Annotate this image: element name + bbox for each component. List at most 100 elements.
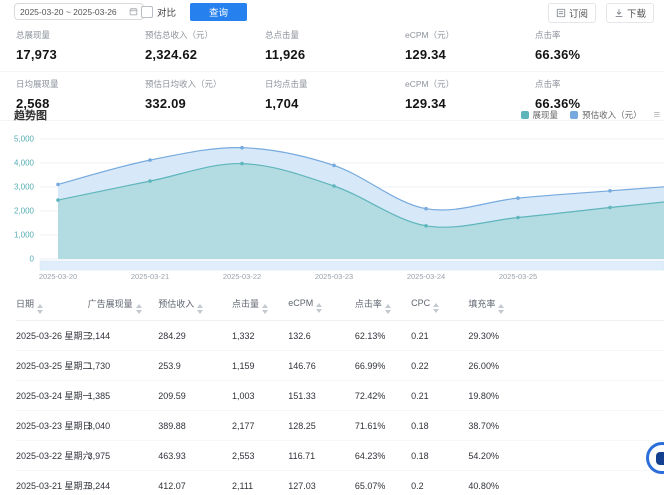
trend-chart: 01,0002,0003,0004,0005,0002025-03-202025… bbox=[0, 128, 664, 286]
data-point-marker bbox=[56, 183, 60, 187]
x-axis-label: 2025-03-21 bbox=[131, 272, 169, 281]
data-point-marker bbox=[240, 162, 244, 166]
table-cell: 0.21 bbox=[411, 321, 468, 351]
column-header-label: 点击率 bbox=[355, 299, 382, 309]
column-header-5[interactable]: eCPM bbox=[288, 290, 355, 321]
table-row: 2025-03-26 星期三2,144284.291,332132.662.13… bbox=[16, 321, 664, 351]
compare-checkbox[interactable]: 对比 bbox=[141, 5, 176, 19]
stat-label: 点击率 bbox=[535, 29, 664, 41]
table-cell: 1,730 bbox=[88, 351, 159, 381]
stat-label: eCPM（元） bbox=[405, 29, 535, 41]
y-axis-label: 0 bbox=[30, 255, 35, 264]
table-cell: 0.22 bbox=[411, 351, 468, 381]
column-header-label: 日期 bbox=[16, 299, 34, 309]
table-row: 2025-03-23 星期日3,040389.882,177128.2571.6… bbox=[16, 411, 664, 441]
toolbar-right: 订阅 下载 bbox=[548, 3, 654, 23]
toolbar: 2025-03-20 ~ 2025-03-26 对比 查询 订阅 bbox=[0, 3, 664, 23]
x-axis-label: 2025-03-23 bbox=[315, 272, 353, 281]
sort-icon[interactable] bbox=[197, 304, 203, 314]
table-cell: 128.25 bbox=[288, 411, 355, 441]
checkbox-box[interactable] bbox=[141, 6, 153, 18]
sort-icon[interactable] bbox=[136, 304, 142, 314]
table-cell: 2,177 bbox=[232, 411, 288, 441]
column-header-label: 点击量 bbox=[232, 299, 259, 309]
stat-label: 总点击量 bbox=[265, 29, 405, 41]
chart-header: 趋势图 展现量 预估收入（元） ≡ bbox=[14, 107, 660, 123]
table-header-row: 日期 广告展现量 预估收入点击量 eCPM 点击率 CPC 填充率 bbox=[16, 290, 664, 321]
column-header-label: 广告展现量 bbox=[88, 299, 133, 309]
date-range-input[interactable]: 2025-03-20 ~ 2025-03-26 bbox=[14, 3, 144, 20]
legend-label: 展现量 bbox=[533, 109, 559, 121]
table-cell: 2,553 bbox=[232, 441, 288, 471]
column-header-1[interactable]: 日期 bbox=[16, 290, 88, 321]
table-cell: 1,159 bbox=[232, 351, 288, 381]
table-cell: 146.76 bbox=[288, 351, 355, 381]
table-cell: 2025-03-21 星期五 bbox=[16, 471, 88, 495]
table-cell: 26.00% bbox=[468, 351, 664, 381]
data-point-marker bbox=[240, 146, 244, 150]
table-cell: 19.80% bbox=[468, 381, 664, 411]
sort-icon[interactable] bbox=[433, 303, 439, 313]
stat-label: 预估总收入（元） bbox=[145, 29, 265, 41]
stat-total-impressions: 总展现量 17,973 bbox=[16, 29, 145, 62]
sort-icon[interactable] bbox=[37, 304, 43, 314]
table-cell: 66.99% bbox=[355, 351, 411, 381]
table-row: 2025-03-21 星期五3,244412.072,111127.0365.0… bbox=[16, 471, 664, 495]
table-cell: 2025-03-23 星期日 bbox=[16, 411, 88, 441]
table-cell: 38.70% bbox=[468, 411, 664, 441]
column-header-label: 填充率 bbox=[468, 299, 495, 309]
table-cell: 1,003 bbox=[232, 381, 288, 411]
query-button[interactable]: 查询 bbox=[190, 3, 247, 21]
legend-item-revenue[interactable]: 预估收入（元） bbox=[570, 109, 642, 121]
column-header-label: eCPM bbox=[288, 298, 313, 308]
x-axis-label: 2025-03-25 bbox=[499, 272, 537, 281]
data-point-marker bbox=[516, 196, 520, 200]
table-cell: 1,332 bbox=[232, 321, 288, 351]
data-point-marker bbox=[148, 179, 152, 183]
table-cell: 127.03 bbox=[288, 471, 355, 495]
sort-icon[interactable] bbox=[498, 304, 504, 314]
data-point-marker bbox=[56, 198, 60, 202]
stat-value: 129.34 bbox=[405, 47, 535, 62]
table-cell: 62.13% bbox=[355, 321, 411, 351]
sort-icon[interactable] bbox=[262, 304, 268, 314]
column-header-label: CPC bbox=[411, 298, 430, 308]
column-header-7[interactable]: CPC bbox=[411, 290, 468, 321]
column-header-3[interactable]: 预估收入 bbox=[158, 290, 232, 321]
y-axis-label: 2,000 bbox=[14, 207, 35, 216]
data-zoom-slider[interactable] bbox=[40, 261, 664, 270]
chart-title: 趋势图 bbox=[14, 107, 47, 123]
compare-label: 对比 bbox=[157, 5, 176, 19]
stat-total-clicks: 总点击量 11,926 bbox=[265, 29, 405, 62]
table-cell: 0.18 bbox=[411, 441, 468, 471]
y-axis-label: 3,000 bbox=[14, 183, 35, 192]
stat-label: 点击率 bbox=[535, 78, 664, 90]
legend-item-impressions[interactable]: 展现量 bbox=[521, 109, 559, 121]
table-section: 日期 广告展现量 预估收入点击量 eCPM 点击率 CPC 填充率 2025-03-26 星期… bbox=[16, 290, 664, 495]
stat-ctr: 点击率 66.36% bbox=[535, 29, 664, 62]
data-point-marker bbox=[516, 216, 520, 220]
table-cell: 3,244 bbox=[88, 471, 159, 495]
data-point-marker bbox=[148, 158, 152, 162]
data-point-marker bbox=[332, 184, 336, 188]
analytics-dashboard: 2025-03-20 ~ 2025-03-26 对比 查询 订阅 bbox=[0, 0, 664, 495]
download-button[interactable]: 下载 bbox=[606, 3, 654, 23]
subscribe-button[interactable]: 订阅 bbox=[548, 3, 596, 23]
chart-menu-icon[interactable]: ≡ bbox=[654, 110, 660, 120]
column-header-6[interactable]: 点击率 bbox=[355, 290, 411, 321]
sort-icon[interactable] bbox=[385, 304, 391, 314]
x-axis-label: 2025-03-24 bbox=[407, 272, 445, 281]
sort-icon[interactable] bbox=[316, 303, 322, 313]
column-header-8[interactable]: 填充率 bbox=[468, 290, 664, 321]
download-label: 下载 bbox=[627, 6, 646, 20]
data-point-marker bbox=[424, 224, 428, 228]
table-cell: 116.71 bbox=[288, 441, 355, 471]
column-header-4[interactable]: 点击量 bbox=[232, 290, 288, 321]
stat-label: 日均展现量 bbox=[16, 78, 145, 90]
calendar-icon bbox=[129, 7, 138, 16]
table-cell: 3,040 bbox=[88, 411, 159, 441]
x-axis-label: 2025-03-22 bbox=[223, 272, 261, 281]
y-axis-label: 4,000 bbox=[14, 159, 35, 168]
x-axis-label: 2025-03-20 bbox=[39, 272, 77, 281]
column-header-2[interactable]: 广告展现量 bbox=[88, 290, 159, 321]
